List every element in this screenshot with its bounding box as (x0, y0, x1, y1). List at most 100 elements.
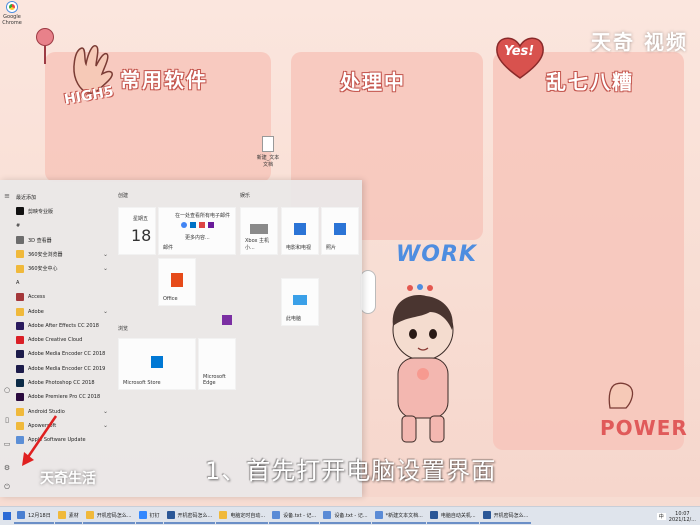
ime-indicator[interactable]: 中 (656, 513, 666, 520)
mail-more: 更多内容... (185, 235, 210, 241)
app-list-label: Adobe Photoshop CC 2018 (28, 380, 95, 386)
photos-label: 照片 (326, 245, 337, 251)
app-list-item[interactable]: 剪映专业版 (16, 204, 116, 218)
app-list-item[interactable]: Adobe After Effects CC 2018 (16, 319, 116, 333)
clock[interactable]: 10:07 2021/12/... (669, 511, 696, 523)
store-tile[interactable]: Microsoft Store (118, 338, 196, 390)
app-list-item[interactable]: Adobe Premiere Pro CC 2018 (16, 390, 116, 404)
app-list-item[interactable]: Adobe Creative Cloud (16, 333, 116, 347)
taskbar-item[interactable]: 电脑自动关机... (426, 509, 479, 524)
subtitle-caption: 1、首先打开电脑设置界面 (205, 457, 497, 485)
photos-tile[interactable]: 照片 (321, 207, 359, 255)
recent-header: 最近添加 (16, 194, 37, 201)
office-tile[interactable]: Office (158, 258, 196, 306)
mail-label: 邮件 (163, 245, 174, 251)
app-list-label: Adobe Premiere Pro CC 2018 (28, 394, 101, 401)
app-list-letter-header[interactable]: A (16, 276, 116, 290)
xbox-icon (250, 223, 268, 234)
app-icon (219, 511, 228, 519)
edge-tile[interactable]: Microsoft Edge (198, 338, 236, 390)
app-list-label: # (16, 222, 21, 229)
power-icon[interactable]: ⏻ (3, 483, 11, 491)
app-list-label: 3D 查看器 (28, 237, 52, 244)
app-list-label: A (16, 279, 20, 286)
cc-icon (16, 336, 24, 345)
ps-icon (16, 379, 24, 387)
movies-tile[interactable]: 电影和电视 (281, 207, 319, 255)
app-list-label: 360安全浏览器 (28, 251, 63, 258)
photos-icon (334, 222, 346, 235)
app-list-item[interactable]: 360安全中心 ⌄ (16, 261, 116, 275)
system-tray: 中 10:07 2021/12/... (656, 507, 700, 525)
app-icon (57, 511, 66, 519)
ae-icon (16, 321, 24, 330)
taskbar-item-label: 钉钉 (149, 512, 160, 519)
app-list-label: Adobe After Effects CC 2018 (28, 322, 99, 329)
capcut-icon (16, 207, 24, 216)
pr-icon (16, 393, 24, 402)
panel-title-common: 常用软件 (120, 68, 208, 92)
work-text: WORK (396, 242, 477, 267)
this-pc-label: 此电脑 (286, 316, 302, 322)
panel-title-misc: 乱七八糟 (546, 70, 634, 94)
app-list-label: Adobe Media Encoder CC 2019 (28, 365, 106, 372)
taskbar-item-label: *新建文本文档... (385, 512, 423, 519)
start-button[interactable] (0, 507, 14, 525)
taskbar-item[interactable]: 开机密码怎么... (82, 509, 135, 524)
app-list-label: Access (28, 294, 46, 301)
store-icon (151, 355, 163, 368)
user-icon[interactable]: ○ (3, 386, 11, 394)
edge-label: Microsoft Edge (203, 374, 226, 386)
taskbar-item[interactable]: 设备.txt - 记... (269, 509, 320, 524)
pictures-icon[interactable]: ▭ (3, 440, 11, 448)
app-list-letter-header[interactable]: # (16, 219, 116, 233)
taskbar-item[interactable]: 开机密码怎么... (163, 509, 216, 524)
app-list-item[interactable]: 360安全浏览器 ⌄ (16, 247, 116, 261)
mail-tile[interactable]: 在一处查看所有电子邮件 更多内容... 邮件 (158, 207, 236, 255)
taskbar-item[interactable]: 设备.txt - 记... (320, 509, 371, 524)
lollipop-stick (44, 46, 46, 64)
app-list-item[interactable]: Adobe Media Encoder CC 2018 (16, 347, 116, 361)
taskbar-item-label: 设备.txt - 记... (283, 512, 317, 519)
app-list-item[interactable]: Access (16, 290, 116, 304)
app-list-item[interactable]: 3D 查看器 (16, 233, 116, 247)
me-icon (16, 350, 24, 359)
taskbar-item[interactable]: 电脑定时自动... (216, 509, 269, 524)
desktop-icon-chrome[interactable]: Google Chrome (2, 2, 22, 26)
folder-icon (16, 307, 24, 316)
app-icon (166, 511, 175, 519)
start-rail: ≡ ○ ▯ ▭ ⚙ ⏻ (0, 180, 14, 497)
taskbar-item[interactable]: 12月18日 (14, 509, 54, 524)
calendar-tile[interactable]: 星期五 18 (118, 207, 156, 255)
mail-icon (199, 222, 205, 228)
app-list: 最近添加 剪映专业版 #3D 查看器 360安全浏览器 ⌄ 360安全中心 ⌄ A Acces… (16, 190, 116, 447)
document-icon[interactable]: ▯ (3, 416, 11, 424)
chevron-down-icon: ⌄ (102, 308, 108, 316)
app-list-label: 360安全中心 (28, 266, 58, 273)
office-label: Office (163, 296, 178, 302)
app-icon (85, 511, 94, 519)
hamburger-icon[interactable]: ≡ (3, 192, 11, 200)
desktop-icon-text-file[interactable]: 新建_文本文档 (255, 136, 281, 168)
movies-label: 电影和电视 (286, 245, 312, 251)
app-icon (272, 511, 281, 519)
app-list-item[interactable]: Adobe Photoshop CC 2018 (16, 376, 116, 390)
watermark-bottom: 天奇生活 (40, 471, 96, 487)
this-pc-tile[interactable]: 此电脑 (281, 278, 319, 326)
outlook-icon (190, 222, 196, 228)
taskbar-item[interactable]: *新建文本文档... (371, 509, 426, 524)
taskbar-item[interactable]: 开机密码怎么... (479, 509, 532, 524)
access-icon (16, 293, 24, 302)
bunny-ear (360, 270, 376, 314)
app-list-item[interactable]: Adobe ⌄ (16, 304, 116, 318)
xbox-tile[interactable]: Xbox 主机小... (240, 207, 278, 255)
app-list-item[interactable]: Adobe Media Encoder CC 2019 (16, 362, 116, 376)
chevron-down-icon: ⌄ (102, 265, 108, 273)
taskbar-item[interactable]: 素材 (54, 509, 82, 524)
xbox-label: Xbox 主机小... (245, 238, 270, 251)
power-text: POWER (600, 416, 688, 440)
taskbar-item-label: 开机密码怎么... (493, 512, 529, 519)
settings-icon[interactable]: ⚙ (3, 464, 11, 472)
me-icon (16, 364, 24, 373)
taskbar-item[interactable]: 钉钉 (135, 509, 163, 524)
